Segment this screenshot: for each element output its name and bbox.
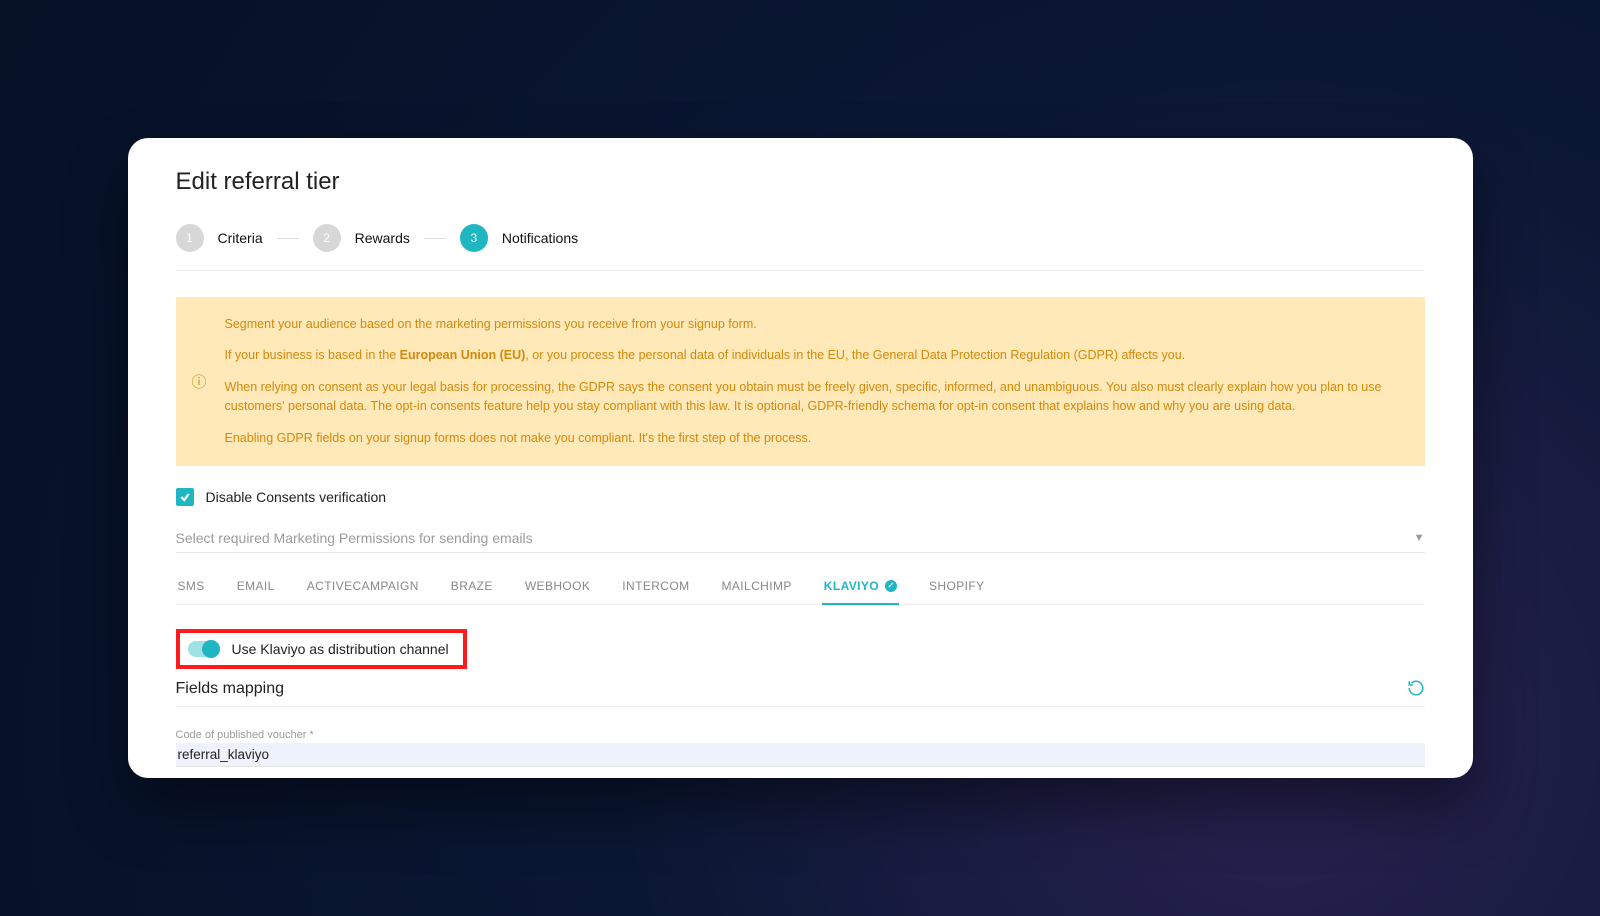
alert-bold: European Union (EU) bbox=[400, 348, 526, 362]
tab-braze[interactable]: BRAZE bbox=[449, 569, 495, 605]
step-rewards[interactable]: 2 Rewards bbox=[313, 224, 410, 252]
tab-label: ACTIVECAMPAIGN bbox=[307, 579, 419, 593]
tab-mailchimp[interactable]: MAILCHIMP bbox=[720, 569, 794, 605]
tab-sms[interactable]: SMS bbox=[176, 569, 207, 605]
gdpr-info-alert: ⓘ Segment your audience based on the mar… bbox=[176, 297, 1425, 466]
toggle-label: Use Klaviyo as distribution channel bbox=[232, 641, 449, 657]
step-notifications[interactable]: 3 Notifications bbox=[460, 224, 578, 252]
tab-label: SMS bbox=[178, 579, 205, 593]
chevron-down-icon: ▼ bbox=[1414, 532, 1425, 544]
checkbox-label: Disable Consents verification bbox=[206, 489, 387, 505]
step-label: Notifications bbox=[502, 230, 578, 246]
tab-email[interactable]: EMAIL bbox=[235, 569, 277, 605]
check-badge-icon: ✓ bbox=[885, 580, 897, 592]
fields-mapping-header: Fields mapping bbox=[176, 679, 1425, 707]
alert-line: Enabling GDPR fields on your signup form… bbox=[225, 429, 1401, 448]
reset-icon[interactable] bbox=[1407, 679, 1425, 700]
toggle-knob bbox=[202, 640, 220, 658]
alert-line: If your business is based in the Europea… bbox=[225, 346, 1401, 365]
channel-tabs: SMS EMAIL ACTIVECAMPAIGN BRAZE WEBHOOK I… bbox=[176, 569, 1425, 605]
tab-shopify[interactable]: SHOPIFY bbox=[927, 569, 986, 605]
alert-text: If your business is based in the bbox=[225, 348, 400, 362]
tab-label: BRAZE bbox=[451, 579, 493, 593]
tab-label: INTERCOM bbox=[622, 579, 689, 593]
step-number: 3 bbox=[460, 224, 488, 252]
voucher-code-input[interactable] bbox=[176, 743, 1425, 767]
step-connector bbox=[277, 238, 299, 239]
tab-activecampaign[interactable]: ACTIVECAMPAIGN bbox=[305, 569, 421, 605]
disable-consents-row: Disable Consents verification bbox=[176, 488, 1425, 506]
info-icon: ⓘ bbox=[192, 315, 207, 448]
alert-text: , or you process the personal data of in… bbox=[525, 348, 1185, 362]
step-label: Criteria bbox=[218, 230, 263, 246]
step-criteria[interactable]: 1 Criteria bbox=[176, 224, 263, 252]
step-label: Rewards bbox=[355, 230, 410, 246]
tab-label: EMAIL bbox=[237, 579, 275, 593]
alert-line: Segment your audience based on the marke… bbox=[225, 315, 1401, 334]
alert-line: When relying on consent as your legal ba… bbox=[225, 378, 1401, 417]
tab-label: SHOPIFY bbox=[929, 579, 984, 593]
tab-webhook[interactable]: WEBHOOK bbox=[523, 569, 592, 605]
highlighted-toggle-area: Use Klaviyo as distribution channel bbox=[176, 629, 467, 669]
tab-intercom[interactable]: INTERCOM bbox=[620, 569, 691, 605]
alert-body: Segment your audience based on the marke… bbox=[225, 315, 1401, 448]
tab-label: KLAVIYO bbox=[824, 579, 879, 593]
disable-consents-checkbox[interactable] bbox=[176, 488, 194, 506]
step-number: 2 bbox=[313, 224, 341, 252]
step-connector bbox=[424, 238, 446, 239]
tab-klaviyo[interactable]: KLAVIYO ✓ bbox=[822, 569, 899, 605]
tab-label: MAILCHIMP bbox=[722, 579, 792, 593]
tab-label: WEBHOOK bbox=[525, 579, 590, 593]
page-title: Edit referral tier bbox=[176, 168, 1425, 196]
section-heading: Fields mapping bbox=[176, 680, 285, 698]
step-number: 1 bbox=[176, 224, 204, 252]
card-body: Edit referral tier 1 Criteria 2 Rewards … bbox=[128, 138, 1473, 778]
use-klaviyo-toggle[interactable] bbox=[188, 641, 220, 657]
voucher-code-field: Code of published voucher * bbox=[176, 729, 1425, 767]
stepper: 1 Criteria 2 Rewards 3 Notifications bbox=[176, 224, 1425, 271]
field-label: Code of published voucher * bbox=[176, 729, 1425, 741]
marketing-permissions-select[interactable]: Select required Marketing Permissions fo… bbox=[176, 530, 1425, 553]
modal-card: Edit referral tier 1 Criteria 2 Rewards … bbox=[128, 138, 1473, 778]
select-placeholder: Select required Marketing Permissions fo… bbox=[176, 530, 533, 546]
